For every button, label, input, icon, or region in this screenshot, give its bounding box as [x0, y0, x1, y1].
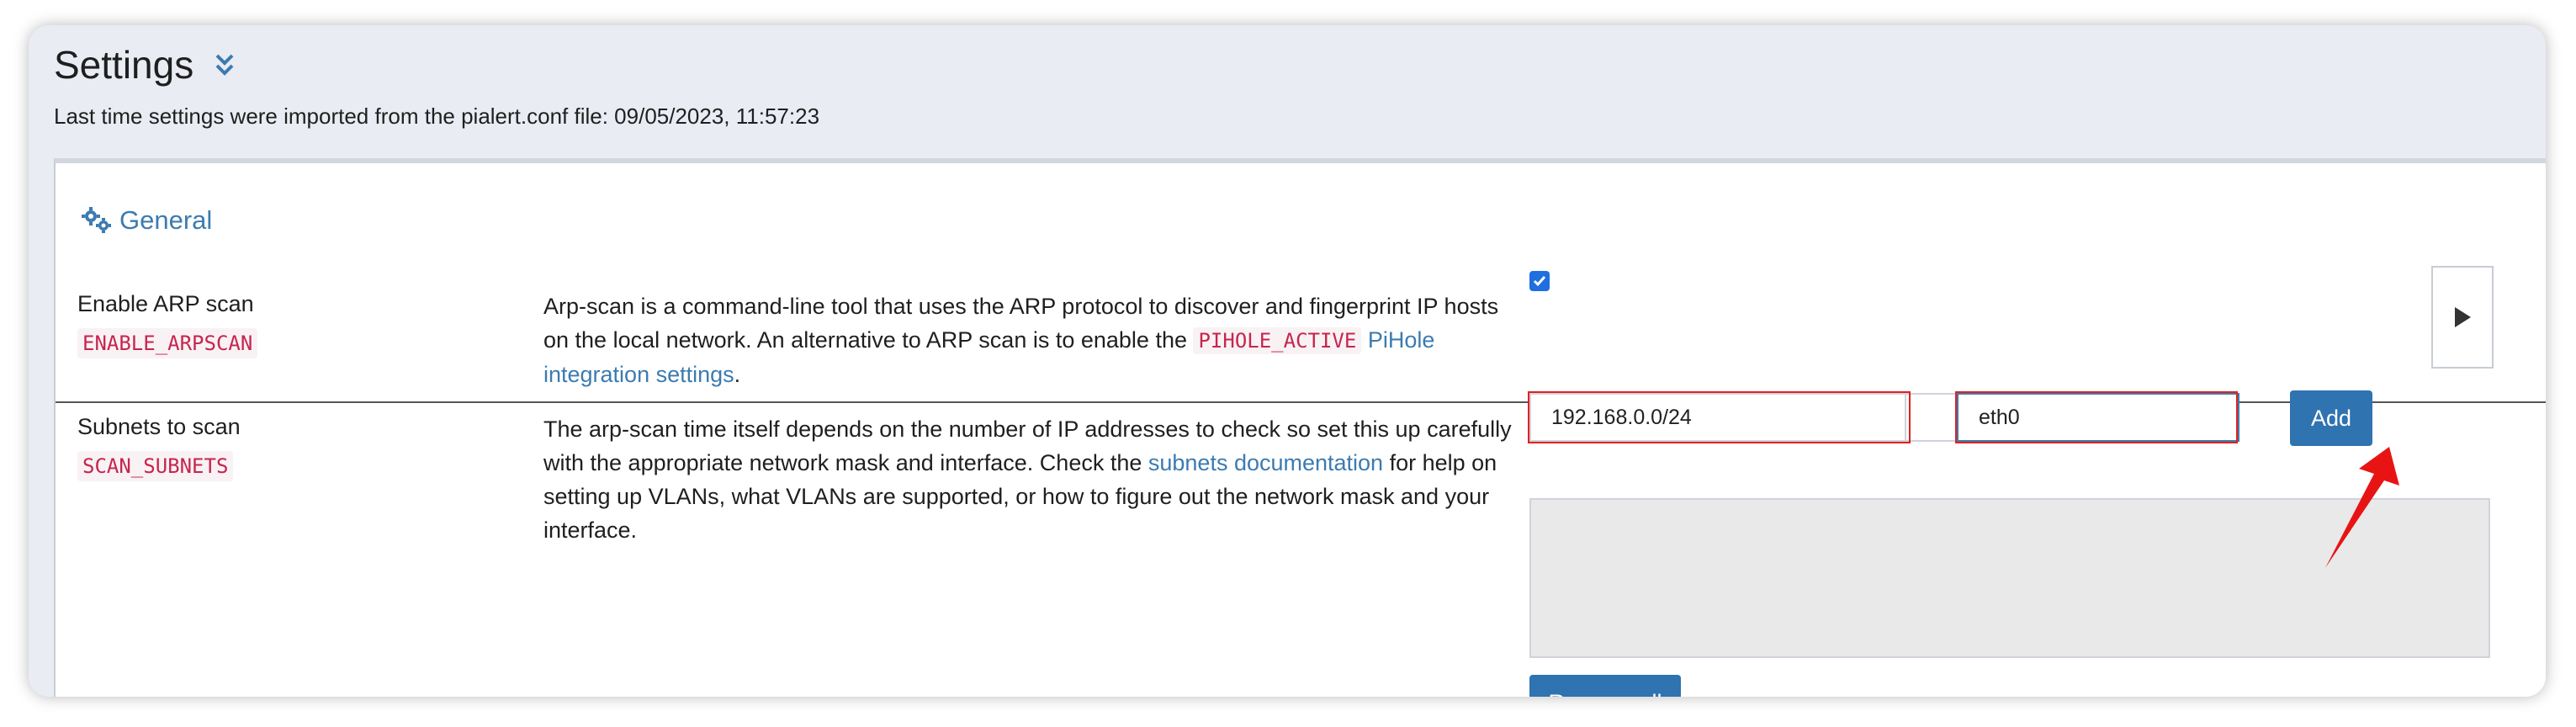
page-header: Settings	[54, 42, 237, 88]
highlight-interface-input	[1955, 391, 2238, 443]
setting-label-scan-subnets: Subnets to scan	[77, 414, 241, 439]
input-separator	[1905, 393, 1959, 442]
expand-panel-button[interactable]	[2431, 266, 2494, 369]
section-title: General	[119, 205, 213, 235]
gears-icon	[82, 207, 111, 233]
highlight-subnet-input	[1528, 391, 1911, 443]
last-import-text: Last time settings were imported from th…	[54, 103, 820, 129]
double-chevron-down-icon[interactable]	[212, 50, 237, 79]
settings-window: Settings Last time settings were importe…	[29, 25, 2546, 697]
setting-code-scan-subnets: SCAN_SUBNETS	[77, 451, 234, 481]
setting-code-enable-arpscan: ENABLE_ARPSCAN	[77, 328, 258, 358]
pihole-active-code: PIHOLE_ACTIVE	[1193, 327, 1362, 354]
setting-description-enable-arpscan: Arp-scan is a command-line tool that use…	[543, 289, 1528, 391]
subnets-documentation-link[interactable]: subnets documentation	[1148, 450, 1383, 475]
remove-all-button[interactable]: Remove all	[1529, 675, 1681, 697]
description-end: .	[734, 362, 741, 387]
setting-label-enable-arpscan: Enable ARP scan	[77, 291, 254, 316]
add-subnet-button[interactable]: Add	[2290, 390, 2372, 446]
checkmark-icon	[1533, 276, 1546, 287]
section-header-general[interactable]: General	[81, 205, 212, 236]
general-settings-panel: General Enable ARP scan ENABLE_ARPSCAN A…	[54, 158, 2546, 697]
setting-description-scan-subnets: The arp-scan time itself depends on the …	[543, 412, 1528, 547]
page-title: Settings	[54, 43, 194, 87]
enable-arpscan-checkbox[interactable]	[1529, 271, 1550, 291]
red-arrow-annotation	[2325, 447, 2399, 568]
play-icon	[2455, 307, 2471, 327]
